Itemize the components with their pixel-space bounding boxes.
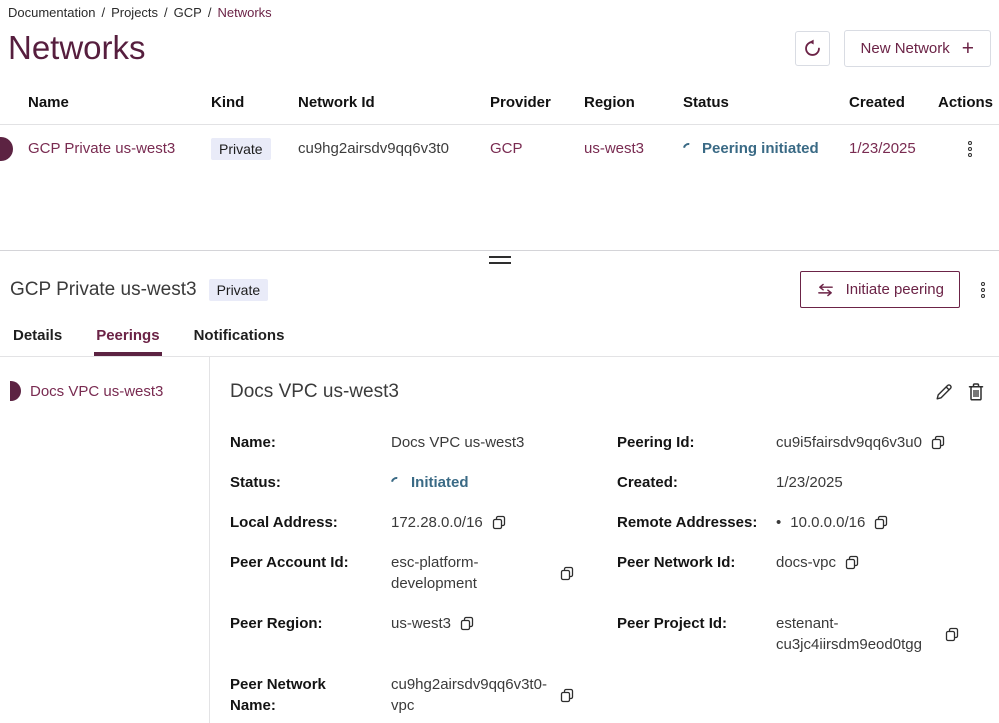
tab-notifications[interactable]: Notifications (192, 321, 287, 356)
networks-page: Documentation / Projects / GCP / Network… (0, 0, 999, 250)
panel-drag-handle[interactable] (489, 256, 511, 264)
copy-icon[interactable] (931, 435, 945, 450)
panel-kind-badge: Private (209, 279, 269, 301)
copy-icon[interactable] (845, 555, 859, 570)
copy-icon[interactable] (874, 515, 888, 530)
field-label-peer-account-id: Peer Account Id: (230, 552, 391, 573)
field-label-created: Created: (617, 472, 776, 493)
plus-icon: + (962, 38, 974, 59)
network-name-link[interactable]: GCP Private us-west3 (28, 140, 175, 157)
breadcrumb-documentation[interactable]: Documentation (8, 5, 95, 20)
field-value-peer-network-name: cu9hg2airsdv9qq6v3t0-vpc (391, 674, 551, 716)
table-header: Name Kind Network Id Provider Region Sta… (0, 84, 999, 125)
breadcrumb-separator: / (164, 5, 168, 20)
spinner-icon (681, 141, 696, 156)
created-cell: 1/23/2025 (849, 140, 938, 157)
field-value-peer-network-id: docs-vpc (776, 552, 836, 573)
status-cell: Peering initiated (683, 140, 849, 157)
network-mark-icon (10, 381, 21, 401)
column-header-kind: Kind (211, 84, 298, 124)
breadcrumb-separator: / (208, 5, 212, 20)
column-header-actions: Actions (938, 84, 999, 124)
page-title: Networks (8, 29, 146, 67)
row-actions-kebab-button[interactable] (964, 137, 976, 161)
pencil-icon (934, 382, 954, 402)
table-row[interactable]: GCP Private us-west3 Private cu9hg2airsd… (0, 125, 999, 172)
peering-item-label: Docs VPC us-west3 (30, 383, 163, 400)
field-value-local-address: 172.28.0.0/16 (391, 512, 483, 533)
copy-icon[interactable] (492, 515, 506, 530)
field-value-name: Docs VPC us-west3 (391, 432, 524, 453)
column-header-provider: Provider (490, 84, 584, 124)
spinner-icon (389, 475, 404, 490)
copy-icon[interactable] (945, 627, 959, 642)
column-header-name: Name (0, 84, 211, 124)
copy-icon[interactable] (560, 566, 574, 581)
network-mark-icon (0, 137, 13, 161)
trash-icon (967, 382, 985, 402)
panel-kebab-button[interactable] (977, 278, 989, 302)
breadcrumb-projects[interactable]: Projects (111, 5, 158, 20)
network-detail-panel: GCP Private us-west3 Private Initiate pe… (0, 250, 999, 723)
refresh-button[interactable] (795, 31, 830, 66)
initiate-peering-button[interactable]: Initiate peering (800, 271, 960, 308)
provider-cell: GCP (490, 140, 584, 157)
field-label-remote-addresses: Remote Addresses: (617, 512, 776, 533)
field-value-peering-id: cu9i5fairsdv9qq6v3u0 (776, 432, 922, 453)
field-label-local-address: Local Address: (230, 512, 391, 533)
field-value-created: 1/23/2025 (776, 472, 843, 493)
panel-title: GCP Private us-west3 (10, 279, 197, 301)
field-value-remote-addresses: 10.0.0.0/16 (790, 512, 865, 533)
column-header-created: Created (849, 84, 938, 124)
field-label-peer-region: Peer Region: (230, 613, 391, 634)
kind-badge: Private (211, 138, 271, 160)
bullet-icon: • (776, 512, 781, 533)
initiate-peering-label: Initiate peering (846, 281, 944, 298)
peering-list-item[interactable]: Docs VPC us-west3 (10, 381, 209, 401)
network-id-cell: cu9hg2airsdv9qq6v3t0 (298, 140, 490, 157)
delete-peering-button[interactable] (967, 382, 985, 402)
peerings-sidebar: Docs VPC us-west3 (0, 357, 210, 723)
breadcrumb-separator: / (101, 5, 105, 20)
column-header-status: Status (683, 84, 849, 124)
tab-peerings[interactable]: Peerings (94, 321, 161, 356)
field-label-peering-id: Peering Id: (617, 432, 776, 453)
new-network-label: New Network (861, 40, 950, 57)
field-label-name: Name: (230, 432, 391, 453)
field-value-peer-region: us-west3 (391, 613, 451, 634)
copy-icon[interactable] (560, 688, 574, 703)
copy-icon[interactable] (460, 616, 474, 631)
peering-detail-title: Docs VPC us-west3 (230, 381, 399, 403)
field-label-status: Status: (230, 472, 391, 493)
networks-table: Name Kind Network Id Provider Region Sta… (0, 84, 999, 172)
swap-arrows-icon (816, 283, 835, 297)
new-network-button[interactable]: New Network + (844, 30, 991, 67)
tab-details[interactable]: Details (11, 321, 64, 356)
refresh-icon (803, 39, 822, 58)
field-label-peer-network-name: Peer Network Name: (230, 674, 391, 716)
breadcrumb-gcp[interactable]: GCP (174, 5, 202, 20)
field-value-peer-account-id: esc-platform-development (391, 552, 551, 594)
field-value-status: Initiated (411, 472, 469, 493)
status-text: Peering initiated (702, 140, 819, 157)
peering-detail: Docs VPC us-west3 Name: Docs VPC us-west… (210, 357, 999, 723)
detail-tabs: Details Peerings Notifications (0, 321, 999, 357)
field-value-peer-project-id: estenant-cu3jc4iirsdm9eod0tgg (776, 613, 936, 655)
field-label-peer-project-id: Peer Project Id: (617, 613, 776, 634)
region-cell: us-west3 (584, 140, 683, 157)
field-label-peer-network-id: Peer Network Id: (617, 552, 776, 573)
edit-peering-button[interactable] (934, 382, 954, 402)
breadcrumb-networks-current: Networks (217, 5, 271, 20)
column-header-network-id: Network Id (298, 84, 490, 124)
breadcrumb: Documentation / Projects / GCP / Network… (0, 0, 999, 20)
column-header-region: Region (584, 84, 683, 124)
